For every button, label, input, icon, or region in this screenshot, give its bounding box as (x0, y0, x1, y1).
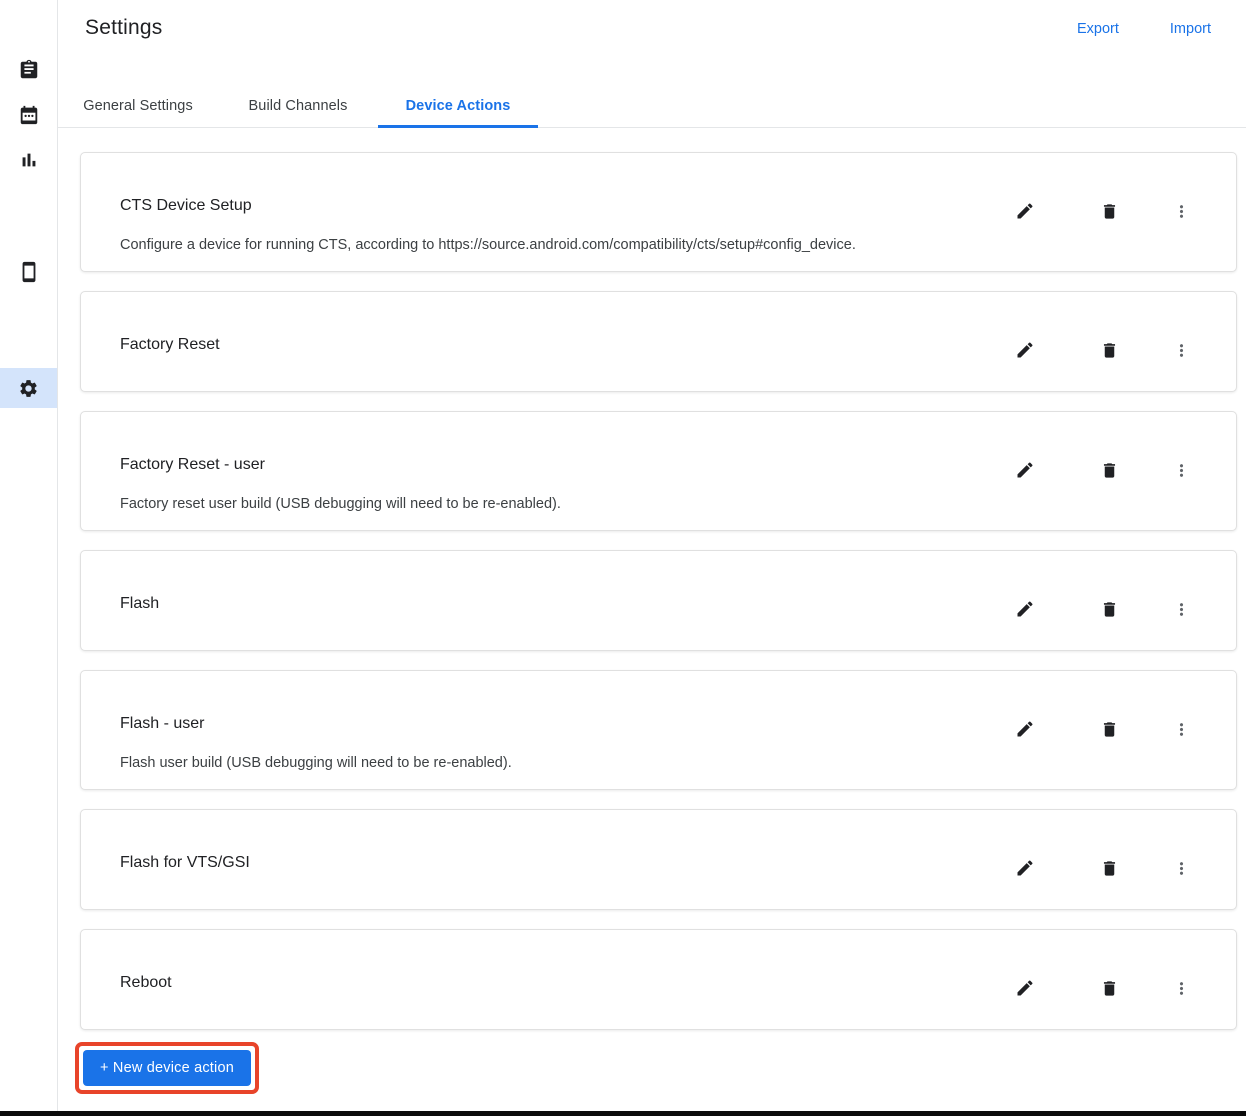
trash-icon (1103, 462, 1115, 478)
edit-button[interactable] (1005, 191, 1045, 231)
sidebar-nav (0, 0, 58, 1116)
delete-button[interactable] (1089, 330, 1129, 370)
device-action-description: Factory reset user build (USB debugging … (120, 496, 561, 512)
pencil-icon (1017, 462, 1033, 478)
edit-button[interactable] (1005, 330, 1045, 370)
trash-icon (1103, 860, 1115, 876)
device-action-name: Flash for VTS/GSI (120, 854, 250, 871)
more-vert-icon (1179, 204, 1183, 218)
trash-icon (1103, 601, 1115, 617)
device-action-name: CTS Device Setup (120, 197, 252, 214)
pencil-icon (1017, 342, 1033, 358)
device-action-card: Factory Reset (80, 291, 1237, 392)
bar-chart-icon (22, 153, 35, 167)
more-options-button[interactable] (1161, 330, 1201, 370)
delete-button[interactable] (1089, 968, 1129, 1008)
window-bottom-edge (0, 1111, 1246, 1116)
pencil-icon (1017, 203, 1033, 219)
more-vert-icon (1179, 343, 1183, 357)
device-action-name: Reboot (120, 974, 172, 991)
card-actions (1005, 848, 1201, 888)
edit-button[interactable] (1005, 968, 1045, 1008)
more-options-button[interactable] (1161, 709, 1201, 749)
gear-icon (20, 379, 37, 397)
device-action-name: Factory Reset - user (120, 456, 265, 473)
device-action-card: Factory Reset - user Factory reset user … (80, 411, 1237, 531)
more-vert-icon (1179, 722, 1183, 736)
edit-button[interactable] (1005, 709, 1045, 749)
device-action-name: Factory Reset (120, 336, 220, 353)
tab-device-actions[interactable]: Device Actions (378, 85, 538, 128)
card-actions (1005, 191, 1201, 231)
calendar-icon (20, 105, 37, 125)
card-actions (1005, 709, 1201, 749)
more-vert-icon (1179, 602, 1183, 616)
device-action-card: CTS Device Setup Configure a device for … (80, 152, 1237, 272)
sidebar-item-devices[interactable] (0, 252, 57, 292)
more-vert-icon (1179, 463, 1183, 477)
device-action-card: Flash - user Flash user build (USB debug… (80, 670, 1237, 790)
device-action-description: Configure a device for running CTS, acco… (120, 237, 856, 253)
more-vert-icon (1179, 981, 1183, 995)
sidebar-item-test-plans[interactable] (0, 95, 57, 135)
sidebar-item-test-results[interactable] (0, 140, 57, 180)
settings-tabs: General Settings Build Channels Device A… (58, 85, 1246, 128)
edit-button[interactable] (1005, 450, 1045, 490)
card-actions (1005, 589, 1201, 629)
pencil-icon (1017, 601, 1033, 617)
device-action-name: Flash (120, 595, 160, 612)
delete-button[interactable] (1089, 848, 1129, 888)
export-button[interactable]: Export (1077, 21, 1119, 37)
trash-icon (1103, 721, 1115, 737)
trash-icon (1103, 342, 1115, 358)
edit-button[interactable] (1005, 589, 1045, 629)
new-device-action-button[interactable]: + New device action (83, 1050, 251, 1086)
device-action-list: CTS Device Setup Configure a device for … (80, 152, 1237, 1030)
pencil-icon (1017, 721, 1033, 737)
delete-button[interactable] (1089, 709, 1129, 749)
pencil-icon (1017, 980, 1033, 996)
more-options-button[interactable] (1161, 848, 1201, 888)
device-action-card: Flash for VTS/GSI (80, 809, 1237, 910)
tab-general-settings[interactable]: General Settings (58, 85, 218, 127)
card-actions (1005, 450, 1201, 490)
device-action-card: Flash (80, 550, 1237, 651)
delete-button[interactable] (1089, 191, 1129, 231)
trash-icon (1103, 980, 1115, 996)
edit-button[interactable] (1005, 848, 1045, 888)
more-options-button[interactable] (1161, 450, 1201, 490)
device-action-description: Flash user build (USB debugging will nee… (120, 755, 512, 771)
delete-button[interactable] (1089, 450, 1129, 490)
header-actions: Export Import (1077, 21, 1211, 37)
import-button[interactable]: Import (1170, 21, 1211, 37)
sidebar-item-tests[interactable] (0, 50, 57, 90)
clipboard-icon (20, 59, 37, 79)
more-vert-icon (1179, 861, 1183, 875)
more-options-button[interactable] (1161, 968, 1201, 1008)
device-action-card: Reboot (80, 929, 1237, 1030)
card-actions (1005, 330, 1201, 370)
more-options-button[interactable] (1161, 589, 1201, 629)
trash-icon (1103, 203, 1115, 219)
more-options-button[interactable] (1161, 191, 1201, 231)
card-actions (1005, 968, 1201, 1008)
annotation-highlight-box: + New device action (75, 1042, 259, 1094)
sidebar-item-settings[interactable] (0, 368, 57, 408)
delete-button[interactable] (1089, 589, 1129, 629)
smartphone-icon (22, 261, 35, 283)
device-action-name: Flash - user (120, 715, 205, 732)
tab-build-channels[interactable]: Build Channels (218, 85, 378, 127)
pencil-icon (1017, 860, 1033, 876)
page-title: Settings (85, 16, 163, 39)
